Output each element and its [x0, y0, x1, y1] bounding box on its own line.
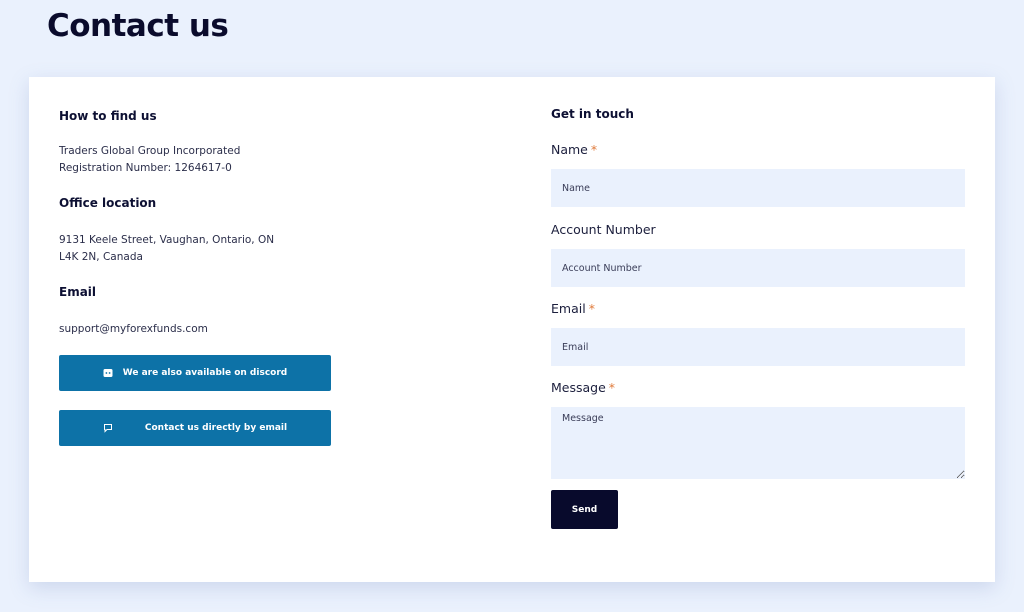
get-in-touch-heading: Get in touch — [551, 107, 634, 121]
discord-icon — [103, 368, 113, 378]
required-marker: * — [588, 301, 595, 316]
how-to-find-us-heading: How to find us — [59, 109, 157, 123]
send-button[interactable]: Send — [551, 490, 618, 529]
registration-number: Registration Number: 1264617-0 — [59, 162, 232, 174]
name-field[interactable] — [551, 169, 965, 207]
account-number-label: Account Number — [551, 222, 656, 237]
required-marker: * — [590, 142, 598, 157]
name-label-text: Name — [551, 142, 588, 157]
name-label: Name * — [551, 142, 597, 157]
page-title: Contact us — [47, 8, 229, 44]
address-line-1: 9131 Keele Street, Vaughan, Ontario, ON — [59, 234, 275, 246]
message-field[interactable] — [551, 407, 965, 479]
message-label-text: Message — [551, 380, 606, 395]
office-location-heading: Office location — [59, 196, 157, 210]
address-line-2: L4K 2N, Canada — [59, 251, 143, 263]
email-heading: Email — [59, 285, 97, 299]
email-label: Email * — [551, 301, 595, 316]
email-label-text: Email — [551, 301, 586, 316]
chat-bubble-icon — [103, 423, 113, 433]
email-contact-button-label: Contact us directly by email — [144, 423, 288, 433]
company-name: Traders Global Group Incorporated — [59, 145, 241, 157]
required-marker: * — [608, 380, 616, 395]
message-label: Message * — [551, 380, 615, 395]
account-number-label-text: Account Number — [551, 222, 656, 237]
support-email: support@myforexfunds.com — [59, 323, 208, 335]
discord-button-label: We are also available on discord — [122, 368, 288, 378]
account-number-field[interactable] — [551, 249, 965, 287]
discord-button[interactable]: We are also available on discord — [59, 355, 331, 391]
email-field[interactable] — [551, 328, 965, 366]
contact-card: How to find us Traders Global Group Inco… — [29, 77, 995, 582]
email-contact-button[interactable]: Contact us directly by email — [59, 410, 331, 446]
